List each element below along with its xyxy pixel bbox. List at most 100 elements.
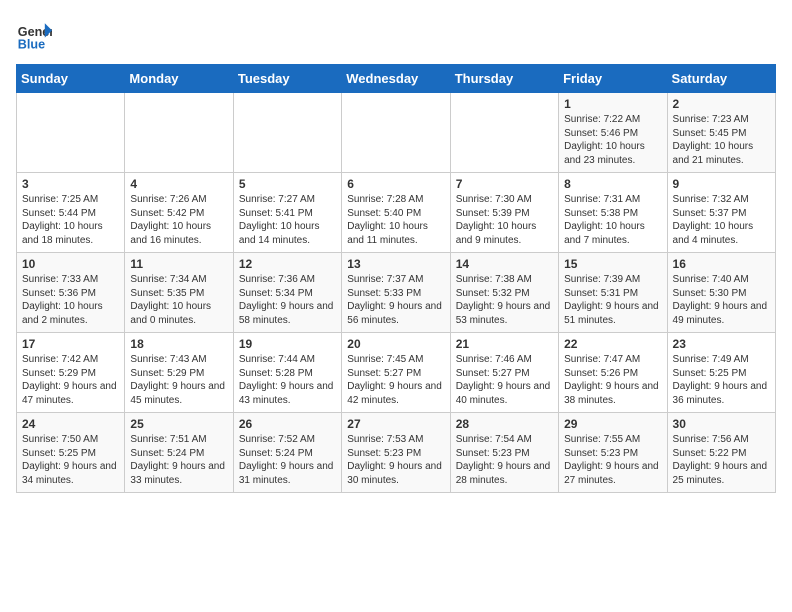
calendar-cell: 27 Sunrise: 7:53 AM Sunset: 5:23 PM Dayli…	[342, 413, 450, 493]
day-header-saturday: Saturday	[667, 65, 775, 93]
day-info: Sunrise: 7:52 AM Sunset: 5:24 PM Dayligh…	[239, 433, 336, 487]
day-info: Sunrise: 7:56 AM Sunset: 5:22 PM Dayligh…	[673, 433, 770, 487]
calendar-cell: 2 Sunrise: 7:23 AM Sunset: 5:45 PM Daylig…	[667, 93, 775, 173]
calendar-cell: 29 Sunrise: 7:55 AM Sunset: 5:23 PM Dayli…	[559, 413, 667, 493]
svg-text:Blue: Blue	[18, 37, 45, 51]
day-number: 17	[22, 337, 119, 351]
week-row-4: 17 Sunrise: 7:42 AM Sunset: 5:29 PM Dayli…	[17, 333, 776, 413]
day-number: 13	[347, 257, 444, 271]
day-number: 16	[673, 257, 770, 271]
day-header-thursday: Thursday	[450, 65, 558, 93]
day-info: Sunrise: 7:44 AM Sunset: 5:28 PM Dayligh…	[239, 353, 336, 407]
calendar-cell: 17 Sunrise: 7:42 AM Sunset: 5:29 PM Dayli…	[17, 333, 125, 413]
logo-icon: General Blue	[16, 16, 52, 52]
calendar-cell: 10 Sunrise: 7:33 AM Sunset: 5:36 PM Dayli…	[17, 253, 125, 333]
calendar-cell: 24 Sunrise: 7:50 AM Sunset: 5:25 PM Dayli…	[17, 413, 125, 493]
day-info: Sunrise: 7:31 AM Sunset: 5:38 PM Dayligh…	[564, 193, 661, 247]
day-info: Sunrise: 7:49 AM Sunset: 5:25 PM Dayligh…	[673, 353, 770, 407]
day-info: Sunrise: 7:32 AM Sunset: 5:37 PM Dayligh…	[673, 193, 770, 247]
logo: General Blue	[16, 16, 32, 52]
calendar-cell: 1 Sunrise: 7:22 AM Sunset: 5:46 PM Daylig…	[559, 93, 667, 173]
day-number: 3	[22, 177, 119, 191]
calendar-cell	[450, 93, 558, 173]
day-number: 15	[564, 257, 661, 271]
calendar-cell: 12 Sunrise: 7:36 AM Sunset: 5:34 PM Dayli…	[233, 253, 341, 333]
day-number: 20	[347, 337, 444, 351]
day-number: 25	[130, 417, 227, 431]
calendar-cell: 28Sunrise: 7:54 AM Sunset: 5:23 PM Dayli…	[450, 413, 558, 493]
calendar-cell: 11Sunrise: 7:34 AM Sunset: 5:35 PM Dayli…	[125, 253, 233, 333]
calendar-cell: 22Sunrise: 7:47 AM Sunset: 5:26 PM Dayli…	[559, 333, 667, 413]
calendar-cell: 30 Sunrise: 7:56 AM Sunset: 5:22 PM Dayli…	[667, 413, 775, 493]
calendar-cell: 25 Sunrise: 7:51 AM Sunset: 5:24 PM Dayli…	[125, 413, 233, 493]
day-number: 2	[673, 97, 770, 111]
day-header-tuesday: Tuesday	[233, 65, 341, 93]
day-info: Sunrise: 7:36 AM Sunset: 5:34 PM Dayligh…	[239, 273, 336, 327]
day-number: 12	[239, 257, 336, 271]
day-number: 14	[456, 257, 553, 271]
calendar-cell: 19 Sunrise: 7:44 AM Sunset: 5:28 PM Dayli…	[233, 333, 341, 413]
calendar-cell	[125, 93, 233, 173]
day-header-monday: Monday	[125, 65, 233, 93]
day-info: Sunrise: 7:22 AM Sunset: 5:46 PM Dayligh…	[564, 113, 661, 167]
calendar-cell: 7 Sunrise: 7:30 AM Sunset: 5:39 PM Daylig…	[450, 173, 558, 253]
day-number: 19	[239, 337, 336, 351]
calendar-cell	[342, 93, 450, 173]
day-header-sunday: Sunday	[17, 65, 125, 93]
day-header-friday: Friday	[559, 65, 667, 93]
day-number: 26	[239, 417, 336, 431]
day-number: 18	[130, 337, 227, 351]
calendar-cell	[233, 93, 341, 173]
day-number: 11	[130, 257, 227, 271]
day-info: Sunrise: 7:40 AM Sunset: 5:30 PM Dayligh…	[673, 273, 770, 327]
day-number: 21	[456, 337, 553, 351]
day-number: 9	[673, 177, 770, 191]
day-info: Sunrise: 7:55 AM Sunset: 5:23 PM Dayligh…	[564, 433, 661, 487]
day-info: Sunrise: 7:39 AM Sunset: 5:31 PM Dayligh…	[564, 273, 661, 327]
day-info: Sunrise: 7:37 AM Sunset: 5:33 PM Dayligh…	[347, 273, 444, 327]
day-number: 24	[22, 417, 119, 431]
week-row-1: 1 Sunrise: 7:22 AM Sunset: 5:46 PM Daylig…	[17, 93, 776, 173]
calendar-cell: 16 Sunrise: 7:40 AM Sunset: 5:30 PM Dayli…	[667, 253, 775, 333]
calendar-table: SundayMondayTuesdayWednesdayThursdayFrid…	[16, 64, 776, 493]
calendar-cell: 26 Sunrise: 7:52 AM Sunset: 5:24 PM Dayli…	[233, 413, 341, 493]
day-info: Sunrise: 7:38 AM Sunset: 5:32 PM Dayligh…	[456, 273, 553, 327]
day-info: Sunrise: 7:33 AM Sunset: 5:36 PM Dayligh…	[22, 273, 119, 327]
calendar-cell: 14 Sunrise: 7:38 AM Sunset: 5:32 PM Dayli…	[450, 253, 558, 333]
week-row-2: 3Sunrise: 7:25 AM Sunset: 5:44 PM Daylig…	[17, 173, 776, 253]
day-info: Sunrise: 7:50 AM Sunset: 5:25 PM Dayligh…	[22, 433, 119, 487]
calendar-cell: 13 Sunrise: 7:37 AM Sunset: 5:33 PM Dayli…	[342, 253, 450, 333]
calendar-cell: 4 Sunrise: 7:26 AM Sunset: 5:42 PM Daylig…	[125, 173, 233, 253]
calendar-cell: 5 Sunrise: 7:27 AM Sunset: 5:41 PM Daylig…	[233, 173, 341, 253]
day-number: 30	[673, 417, 770, 431]
calendar-cell: 3Sunrise: 7:25 AM Sunset: 5:44 PM Daylig…	[17, 173, 125, 253]
day-info: Sunrise: 7:30 AM Sunset: 5:39 PM Dayligh…	[456, 193, 553, 247]
calendar-cell: 15 Sunrise: 7:39 AM Sunset: 5:31 PM Dayli…	[559, 253, 667, 333]
day-info: Sunrise: 7:46 AM Sunset: 5:27 PM Dayligh…	[456, 353, 553, 407]
day-info: Sunrise: 7:45 AM Sunset: 5:27 PM Dayligh…	[347, 353, 444, 407]
day-number: 6	[347, 177, 444, 191]
day-info: Sunrise: 7:26 AM Sunset: 5:42 PM Dayligh…	[130, 193, 227, 247]
week-row-5: 24 Sunrise: 7:50 AM Sunset: 5:25 PM Dayli…	[17, 413, 776, 493]
day-number: 27	[347, 417, 444, 431]
calendar-cell: 21 Sunrise: 7:46 AM Sunset: 5:27 PM Dayli…	[450, 333, 558, 413]
calendar-cell: 6 Sunrise: 7:28 AM Sunset: 5:40 PM Daylig…	[342, 173, 450, 253]
day-number: 10	[22, 257, 119, 271]
day-number: 1	[564, 97, 661, 111]
day-info: Sunrise: 7:43 AM Sunset: 5:29 PM Dayligh…	[130, 353, 227, 407]
day-info: Sunrise: 7:53 AM Sunset: 5:23 PM Dayligh…	[347, 433, 444, 487]
day-number: 7	[456, 177, 553, 191]
day-info: Sunrise: 7:42 AM Sunset: 5:29 PM Dayligh…	[22, 353, 119, 407]
day-info: Sunrise: 7:27 AM Sunset: 5:41 PM Dayligh…	[239, 193, 336, 247]
day-header-wednesday: Wednesday	[342, 65, 450, 93]
day-info: Sunrise: 7:23 AM Sunset: 5:45 PM Dayligh…	[673, 113, 770, 167]
calendar-cell	[17, 93, 125, 173]
calendar-cell: 8Sunrise: 7:31 AM Sunset: 5:38 PM Daylig…	[559, 173, 667, 253]
calendar-cell: 9 Sunrise: 7:32 AM Sunset: 5:37 PM Daylig…	[667, 173, 775, 253]
day-number: 4	[130, 177, 227, 191]
day-info: Sunrise: 7:51 AM Sunset: 5:24 PM Dayligh…	[130, 433, 227, 487]
day-number: 23	[673, 337, 770, 351]
day-number: 29	[564, 417, 661, 431]
day-number: 5	[239, 177, 336, 191]
day-info: Sunrise: 7:28 AM Sunset: 5:40 PM Dayligh…	[347, 193, 444, 247]
